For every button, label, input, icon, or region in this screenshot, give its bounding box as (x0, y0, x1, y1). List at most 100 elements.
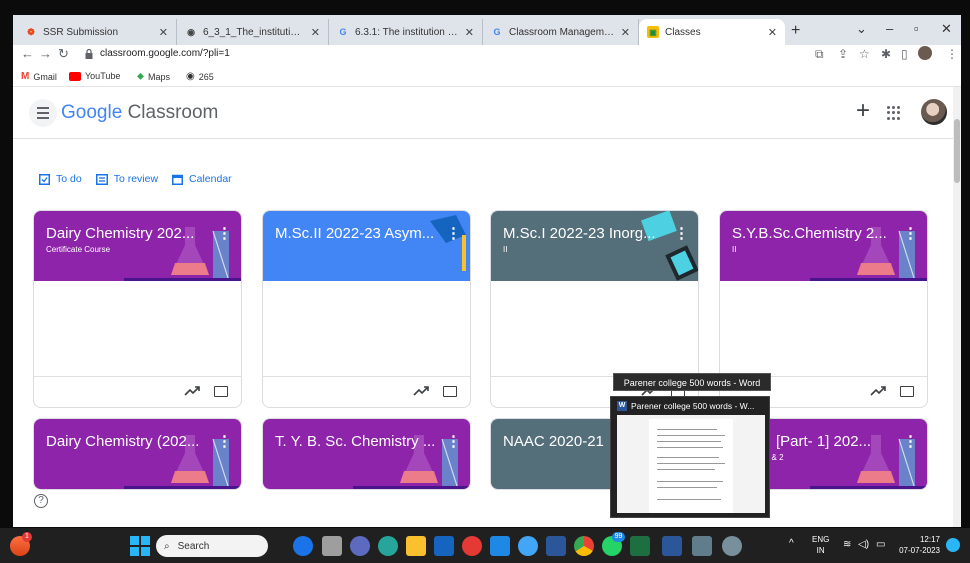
google-apps-icon[interactable] (887, 106, 901, 120)
language-indicator[interactable]: ENG IN (812, 534, 829, 556)
class-card[interactable]: T. Y. B. Sc. Chemistry ... ⋮ (262, 418, 471, 490)
bookmark-gmail[interactable]: M Gmail (21, 71, 57, 82)
calendar-link[interactable]: Calendar (172, 173, 232, 185)
bookmark-265[interactable]: ◉ 265 (186, 71, 214, 82)
app-icon[interactable] (490, 536, 510, 556)
teams-chat-icon[interactable] (350, 536, 370, 556)
more-options-icon[interactable]: ⋮ (446, 432, 461, 450)
tab-6-3-1-file[interactable]: ◉ 6_3_1_The_institution_has_pe ✕ (177, 19, 329, 45)
forward-arrow-icon[interactable]: → (39, 46, 52, 61)
extensions-icon[interactable]: ✱ (881, 47, 891, 61)
class-banner[interactable]: S.Y.B.Sc.Chemistry 2... II ⋮ (720, 211, 927, 281)
install-app-icon[interactable]: ⧉ (815, 47, 824, 62)
excel-icon[interactable] (630, 536, 650, 556)
class-banner[interactable]: T. Y. B. Sc. Chemistry ... ⋮ (263, 419, 470, 489)
class-card[interactable]: Dairy Chemistry 202... Certificate Cours… (33, 210, 242, 408)
trending-icon[interactable] (870, 384, 886, 398)
class-title[interactable]: S.Y.B.Sc.Chemistry 2... (732, 225, 887, 242)
class-card[interactable]: Dairy Chemistry (202... ⋮ (33, 418, 242, 490)
trending-icon[interactable] (413, 384, 429, 398)
class-banner[interactable]: Dairy Chemistry 202... Certificate Cours… (34, 211, 241, 281)
help-icon[interactable]: ? (34, 494, 48, 508)
wifi-icon[interactable]: ≋ (843, 539, 851, 550)
folder-icon[interactable] (443, 386, 457, 397)
more-options-icon[interactable]: ⋮ (903, 432, 918, 450)
folder-icon[interactable] (214, 386, 228, 397)
trending-icon[interactable] (184, 384, 200, 398)
class-title[interactable]: M.Sc.I 2022-23 Inorg... (503, 225, 656, 242)
share-icon[interactable]: ⇪ (838, 47, 848, 61)
bookmark-maps[interactable]: ⬥ Maps (137, 71, 170, 82)
url-field[interactable]: classroom.google.com/?pli=1 (100, 48, 230, 59)
tab-search-chevron-icon[interactable]: ⌄ (856, 21, 867, 37)
word-icon[interactable] (662, 536, 682, 556)
windows-start-icon[interactable] (130, 536, 150, 556)
gmail-icon: M (21, 71, 30, 82)
class-card-body (720, 281, 927, 377)
class-title[interactable]: M.Sc.II 2022-23 Asym... (275, 225, 434, 242)
maximize-icon[interactable]: ▫ (914, 21, 919, 36)
word-window-preview[interactable]: W Parener college 500 words - W... (610, 396, 770, 518)
class-banner[interactable]: M.Sc.II 2022-23 Asym... ⋮ (263, 211, 470, 281)
class-card[interactable]: M.Sc.II 2022-23 Asym... ⋮ (262, 210, 471, 408)
settings-gear-icon[interactable] (722, 536, 742, 556)
more-options-icon[interactable]: ⋮ (217, 224, 232, 242)
class-title[interactable]: [Part- 1] 202... (776, 433, 871, 450)
printer-icon[interactable] (692, 536, 712, 556)
store-icon[interactable] (434, 536, 454, 556)
clock[interactable]: 12:17 07-07-2023 (892, 534, 940, 556)
google-classroom-logo[interactable]: Google Classroom (61, 102, 218, 124)
more-options-icon[interactable]: ⋮ (903, 224, 918, 242)
profile-avatar[interactable] (918, 46, 932, 60)
class-banner[interactable]: M.Sc.I 2022-23 Inorg... II ⋮ (491, 211, 698, 281)
tab-classroom-management[interactable]: G Classroom Management Too ✕ (483, 19, 639, 45)
more-options-icon[interactable]: ⋮ (946, 47, 958, 61)
to-do-link[interactable]: To do (39, 173, 82, 185)
page-scrollbar[interactable] (953, 87, 961, 527)
word-taskbar-icon[interactable] (546, 536, 566, 556)
address-bar: ← → ↻ classroom.google.com/?pli=1 ⧉ ⇪ ☆ … (13, 45, 961, 65)
new-tab-button[interactable]: + (791, 22, 800, 40)
class-title[interactable]: Dairy Chemistry (202... (46, 433, 199, 450)
class-title[interactable]: NAAC 2020-21 (503, 433, 604, 450)
to-review-link[interactable]: To review (95, 173, 158, 185)
tab-6-3-1-google[interactable]: G 6.3.1: The institution has perf ✕ (329, 19, 483, 45)
close-window-icon[interactable]: ✕ (941, 21, 952, 37)
battery-icon[interactable]: ▭ (876, 539, 885, 550)
side-panel-icon[interactable]: ▯ (901, 47, 908, 61)
more-options-icon[interactable]: ⋮ (446, 224, 461, 242)
chrome-icon[interactable] (574, 536, 594, 556)
opera-icon[interactable] (462, 536, 482, 556)
edge-icon[interactable] (378, 536, 398, 556)
close-tab-icon[interactable]: ✕ (621, 26, 630, 39)
main-menu-icon[interactable] (29, 99, 57, 127)
chevron-up-icon[interactable]: ^ (789, 538, 794, 549)
task-view-icon[interactable] (322, 536, 342, 556)
class-card-body (491, 281, 698, 377)
class-title[interactable]: Dairy Chemistry 202... (46, 225, 194, 242)
close-tab-icon[interactable]: ✕ (465, 26, 474, 39)
close-tab-icon[interactable]: ✕ (311, 26, 320, 39)
close-tab-icon[interactable]: ✕ (159, 26, 168, 39)
more-options-icon[interactable]: ⋮ (674, 224, 689, 242)
tab-classes[interactable]: ▣ Classes ✕ (639, 19, 785, 45)
reload-icon[interactable]: ↻ (58, 46, 69, 62)
folder-icon[interactable] (900, 386, 914, 397)
back-arrow-icon[interactable]: ← (21, 46, 34, 61)
minimize-icon[interactable]: – (886, 21, 893, 36)
bing-icon[interactable] (293, 536, 313, 556)
close-tab-icon[interactable]: ✕ (768, 26, 777, 39)
file-explorer-icon[interactable] (406, 536, 426, 556)
tab-ssr-submission[interactable]: ❁ SSR Submission ✕ (17, 19, 177, 45)
more-options-icon[interactable]: ⋮ (217, 432, 232, 450)
create-class-plus-icon[interactable]: + (856, 97, 870, 125)
bookmark-youtube[interactable]: YouTube (69, 71, 120, 81)
account-avatar[interactable] (921, 99, 947, 125)
bookmark-star-icon[interactable]: ☆ (859, 47, 870, 61)
volume-icon[interactable]: ◁) (858, 539, 869, 550)
class-title[interactable]: T. Y. B. Sc. Chemistry ... (275, 433, 435, 450)
taskbar-search[interactable]: ⌕ Search (156, 535, 268, 557)
notification-icon[interactable] (946, 538, 960, 552)
class-banner[interactable]: Dairy Chemistry (202... ⋮ (34, 419, 241, 489)
app-icon[interactable] (518, 536, 538, 556)
